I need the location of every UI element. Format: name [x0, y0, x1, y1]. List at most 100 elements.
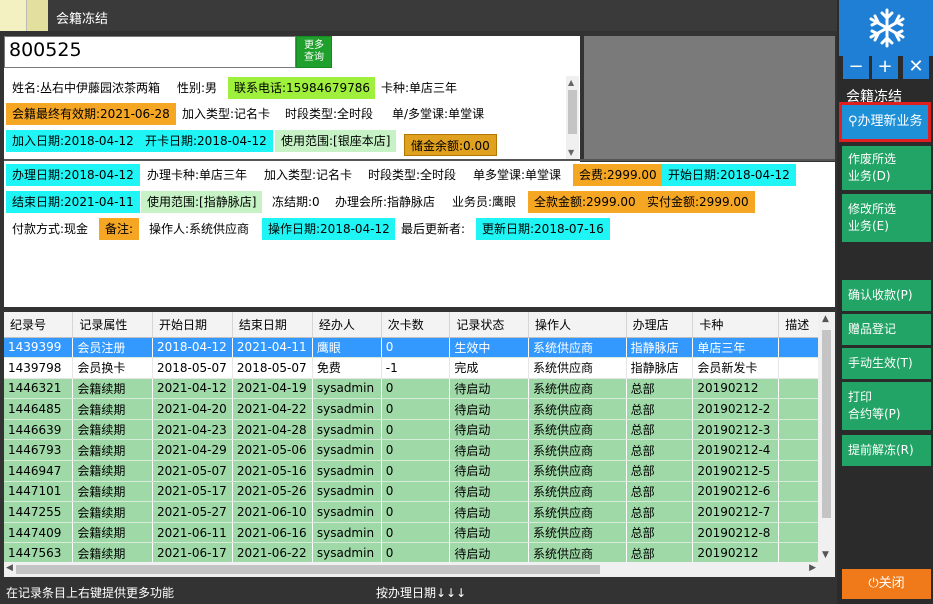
scroll-thumb[interactable] — [568, 90, 577, 134]
print-contract-button[interactable]: 打印 合约等(P) — [842, 382, 931, 430]
column-header[interactable]: 操作人 — [528, 312, 627, 338]
table-cell: 0 — [381, 481, 451, 503]
scroll-down-icon[interactable]: ▼ — [568, 148, 574, 157]
table-cell: 2021-06-22 — [232, 542, 313, 565]
more-search-label-2: 查询 — [304, 52, 324, 63]
table-cell: 2021-05-06 — [232, 439, 313, 462]
void-label-2: 业务(D) — [848, 169, 891, 183]
table-cell: 会员注册 — [72, 337, 153, 359]
minimize-icon[interactable]: − — [843, 56, 869, 79]
table-cell: 20190212-8 — [692, 522, 780, 544]
table-cell: 免费 — [312, 357, 382, 379]
table-row[interactable]: 1439399 会员注册 2018-04-12 2021-04-11 鹰眼 0 生效中 系统供… — [4, 337, 835, 359]
column-header[interactable]: 次卡数 — [381, 312, 451, 338]
grid-vertical-scrollbar[interactable]: ▲ ▼ — [818, 312, 835, 562]
table-cell: 系统供应商 — [528, 357, 627, 379]
table-cell: 会籍续期 — [72, 419, 153, 441]
table-cell: 1446793 — [4, 439, 74, 462]
table-cell: 总部 — [626, 481, 694, 503]
scroll-up-icon[interactable]: ▲ — [568, 78, 574, 87]
biz-card-type: 办理卡种:单店三年 — [141, 164, 254, 186]
table-cell: 系统供应商 — [528, 522, 627, 544]
info-scrollbar[interactable]: ▲ ▼ — [566, 76, 579, 159]
column-header[interactable]: 经办人 — [312, 312, 382, 338]
column-header[interactable]: 办理店 — [626, 312, 694, 338]
table-row[interactable]: 1446639 会籍续期 2021-04-23 2021-04-28 sysadmin 0… — [4, 419, 835, 441]
edit-label-1: 修改所选 — [848, 202, 897, 216]
column-header[interactable]: 卡种 — [692, 312, 780, 338]
column-header[interactable]: 开始日期 — [152, 312, 233, 338]
info-balance: 储金余额:0.00 — [404, 134, 497, 156]
table-cell: 0 — [381, 542, 451, 565]
app-icon-secondary — [26, 0, 48, 31]
grid-scroll-down-icon[interactable]: ▼ — [822, 550, 829, 560]
table-cell: sysadmin — [312, 481, 382, 503]
column-header[interactable]: 记录状态 — [449, 312, 530, 338]
manual-activate-button[interactable]: 手动生效(T) — [842, 348, 931, 379]
void-selected-button[interactable]: 作废所选业务(D) — [842, 146, 931, 190]
close-button[interactable]: ⏻关闭 — [842, 569, 931, 599]
column-header[interactable]: 纪录号 — [4, 312, 74, 338]
records-grid: 纪录号 记录属性 开始日期 结束日期 经办人 次卡数 记录状态 操作人 办理店 卡种 描述 1439… — [4, 312, 835, 577]
edit-selected-button[interactable]: 修改所选 业务(E) — [842, 194, 931, 242]
table-cell: 2021-05-26 — [232, 481, 313, 503]
table-cell: 待启动 — [449, 439, 530, 462]
table-row[interactable]: 1447101 会籍续期 2021-05-17 2021-05-26 sysadmin 0… — [4, 481, 835, 503]
table-row[interactable]: 1446793 会籍续期 2021-04-29 2021-05-06 sysadmin 0… — [4, 439, 835, 462]
grid-horizontal-scrollbar[interactable]: ◀ ▶ — [4, 562, 818, 577]
biz-time-type: 时段类型:全时段 — [362, 164, 463, 186]
title-bar: 会籍冻结 — [0, 0, 837, 31]
grid-scroll-right-icon[interactable]: ▶ — [809, 563, 816, 573]
table-cell: 总部 — [626, 501, 694, 523]
grid-scroll-up-icon[interactable]: ▲ — [822, 314, 829, 324]
table-cell: 2021-04-28 — [232, 419, 313, 441]
table-row[interactable]: 1446485 会籍续期 2021-04-20 2021-04-22 sysadmin 0… — [4, 398, 835, 420]
column-header[interactable]: 结束日期 — [232, 312, 313, 338]
table-cell: 鹰眼 — [312, 337, 382, 359]
close-icon[interactable]: ✕ — [903, 56, 929, 79]
grid-hscroll-thumb[interactable] — [16, 565, 600, 574]
table-row[interactable]: 1447563 会籍续期 2021-06-17 2021-06-22 sysadmin 0… — [4, 542, 835, 565]
table-cell: sysadmin — [312, 398, 382, 420]
table-cell: 2021-04-19 — [232, 378, 313, 400]
biz-payment: 付款方式:现金 — [6, 218, 95, 240]
info-open-date: 开卡日期:2018-04-12 — [139, 130, 273, 152]
table-cell: 待启动 — [449, 501, 530, 523]
new-business-button[interactable]: ⚲办理新业务 — [839, 102, 931, 142]
confirm-payment-button[interactable]: 确认收款(P) — [842, 280, 931, 311]
table-row[interactable]: 1447255 会籍续期 2021-05-27 2021-06-10 sysadmin 0… — [4, 501, 835, 523]
gift-register-button[interactable]: 赠品登记 — [842, 314, 931, 345]
table-row[interactable]: 1446321 会籍续期 2021-04-12 2021-04-19 sysadmin 0… — [4, 378, 835, 400]
table-row[interactable]: 1446947 会籍续期 2021-05-07 2021-05-16 sysadmin 0… — [4, 460, 835, 482]
table-row[interactable]: 1447409 会籍续期 2021-06-11 2021-06-16 sysadmin 0… — [4, 522, 835, 544]
unfreeze-label: 提前解冻(R) — [848, 443, 914, 457]
table-cell: 2021-06-16 — [232, 522, 313, 544]
grid-scroll-left-icon[interactable]: ◀ — [6, 563, 13, 573]
early-unfreeze-button[interactable]: 提前解冻(R) — [842, 435, 931, 466]
table-cell: 系统供应商 — [528, 481, 627, 503]
info-card-type: 卡种:单店三年 — [375, 77, 464, 99]
table-cell: 总部 — [626, 460, 694, 482]
info-join-date: 加入日期:2018-04-12 — [6, 130, 140, 152]
status-hint: 在记录条目上右键提供更多功能 — [6, 586, 175, 600]
table-cell: 待启动 — [449, 460, 530, 482]
more-search-button[interactable]: 更多 查询 — [296, 36, 332, 68]
maximize-icon[interactable]: + — [872, 56, 898, 79]
member-id-input[interactable]: 800525 — [4, 36, 296, 68]
biz-date: 办理日期:2018-04-12 — [6, 164, 140, 186]
table-row[interactable]: 1439798 会员换卡 2018-05-07 2018-05-07 免费 -1 完成 系统供… — [4, 357, 835, 379]
sort-indicator[interactable]: 按办理日期↓↓↓ — [376, 584, 466, 601]
section-divider — [4, 159, 835, 161]
column-header[interactable]: 记录属性 — [72, 312, 153, 338]
table-cell: 会员换卡 — [72, 357, 153, 379]
grid-scroll-thumb[interactable] — [822, 330, 831, 518]
biz-fee: 会费:2999.00 — [573, 164, 663, 186]
table-cell: 总部 — [626, 439, 694, 462]
table-cell: 1446321 — [4, 378, 74, 400]
table-cell: 待启动 — [449, 378, 530, 400]
biz-update-date: 更新日期:2018-07-16 — [476, 218, 610, 240]
biz-class-type: 单多堂课:单堂课 — [467, 164, 568, 186]
photo-panel — [584, 36, 835, 160]
table-cell: sysadmin — [312, 501, 382, 523]
void-label-1: 作废所选 — [848, 152, 897, 166]
